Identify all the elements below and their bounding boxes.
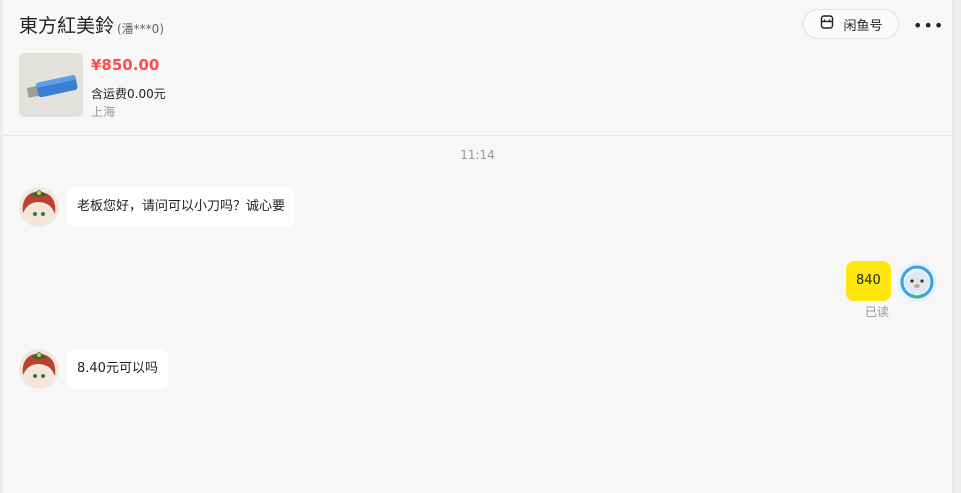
message-timestamp: 11:14 — [460, 148, 495, 162]
contact-avatar[interactable] — [19, 349, 59, 389]
xianyu-id-button[interactable]: 闲鱼号 — [803, 9, 899, 39]
contact-avatar[interactable] — [19, 187, 59, 227]
message-bubble-outgoing[interactable]: 840 — [846, 261, 891, 301]
message-bubble-incoming[interactable]: 8.40元可以吗 — [67, 349, 168, 389]
product-price: ¥850.00 — [91, 56, 160, 74]
contact-name: 東方紅美鈴 — [19, 15, 115, 37]
chat-panel: 東方紅美鈴 (潘***0) 闲鱼号 ••• ¥850.00 含运费0.00元 上… — [3, 0, 953, 493]
product-location: 上海 — [91, 105, 116, 119]
shipping-fee: 含运费0.00元 — [91, 87, 166, 101]
contact-handle: (潘***0) — [117, 22, 164, 36]
read-status: 已读 — [865, 305, 890, 319]
shop-icon — [819, 14, 835, 34]
message-bubble-incoming[interactable]: 老板您好，请问可以小刀吗？诚心要 — [67, 187, 296, 227]
more-options-icon[interactable]: ••• — [913, 14, 943, 38]
product-thumbnail[interactable] — [19, 53, 83, 117]
chat-header: 東方紅美鈴 (潘***0) 闲鱼号 ••• ¥850.00 含运费0.00元 上… — [3, 0, 952, 136]
my-avatar[interactable] — [897, 262, 937, 302]
xianyu-id-label: 闲鱼号 — [843, 18, 883, 34]
